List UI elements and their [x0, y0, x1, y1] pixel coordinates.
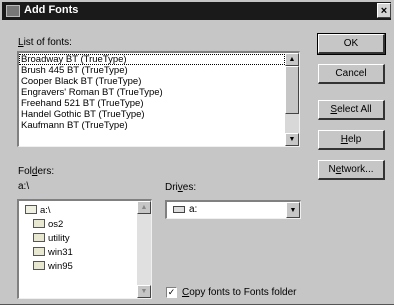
title-bar: Add Fonts ×: [2, 2, 391, 20]
folder-icon: [33, 260, 45, 270]
select-all-button[interactable]: Select All: [318, 100, 385, 120]
folder-icon: [33, 218, 45, 228]
font-list-scrollbar[interactable]: ▲ ▼: [285, 53, 299, 146]
font-list-item[interactable]: Brush 445 BT (TrueType): [19, 65, 285, 76]
copy-fonts-checkbox[interactable]: ✓: [166, 287, 177, 298]
folder-item[interactable]: a:\: [25, 204, 51, 217]
folder-tree[interactable]: a:\ os2 utility win31 win95 ▲ ▼: [17, 199, 152, 299]
chevron-down-icon[interactable]: ▼: [286, 202, 300, 218]
scroll-down-button[interactable]: ▼: [285, 133, 299, 146]
drives-label: Drives:: [165, 182, 197, 193]
folder-item-label: win31: [48, 247, 73, 258]
font-list-item[interactable]: Cooper Black BT (TrueType): [19, 76, 285, 87]
current-folder-path: a:\: [18, 181, 30, 192]
open-folder-icon: [25, 204, 37, 214]
folder-item[interactable]: utility: [33, 232, 70, 245]
dialog-title: Add Fonts: [24, 4, 79, 16]
selected-drive: a:: [189, 204, 198, 215]
folder-icon: [33, 246, 45, 256]
font-list-item[interactable]: Engravers' Roman BT (TrueType): [19, 87, 285, 98]
folder-item-label: a:\: [40, 205, 51, 216]
folder-item[interactable]: os2: [33, 218, 64, 231]
scroll-thumb[interactable]: [285, 66, 299, 114]
font-list-item[interactable]: Handel Gothic BT (TrueType): [19, 109, 285, 120]
folder-scroll-up-button[interactable]: ▲: [137, 201, 151, 214]
close-button[interactable]: ×: [377, 3, 391, 18]
network-button[interactable]: Network...: [318, 160, 385, 180]
folder-item[interactable]: win31: [33, 246, 73, 259]
help-button[interactable]: Help: [318, 130, 385, 150]
ok-button[interactable]: OK: [317, 33, 386, 55]
folders-label: Folders:: [18, 166, 55, 177]
drives-dropdown[interactable]: a: ▼: [165, 200, 301, 219]
copy-fonts-label: Copy fonts to Fonts folder: [182, 287, 297, 298]
folder-icon: [33, 232, 45, 242]
font-list-item[interactable]: Broadway BT (TrueType): [19, 54, 285, 65]
font-list[interactable]: Broadway BT (TrueType) Brush 445 BT (True…: [17, 51, 300, 147]
folder-tree-scrollbar[interactable]: ▲ ▼: [137, 201, 151, 298]
folder-item-label: os2: [48, 219, 64, 230]
floppy-drive-icon: [173, 206, 185, 213]
cancel-button[interactable]: Cancel: [318, 64, 385, 84]
add-fonts-dialog: Add Fonts × List of fonts: Broadway BT (…: [0, 0, 394, 305]
list-of-fonts-label: List of fonts:: [18, 37, 72, 48]
font-list-item[interactable]: Kaufmann BT (TrueType): [19, 120, 285, 131]
scroll-up-button[interactable]: ▲: [285, 53, 299, 66]
folder-item-label: utility: [48, 233, 70, 244]
folder-item-label: win95: [48, 261, 73, 272]
folder-item[interactable]: win95: [33, 260, 73, 273]
fonts-app-icon: [6, 5, 20, 17]
folder-scroll-down-button[interactable]: ▼: [137, 285, 151, 298]
font-list-item[interactable]: Freehand 521 BT (TrueType): [19, 98, 285, 109]
